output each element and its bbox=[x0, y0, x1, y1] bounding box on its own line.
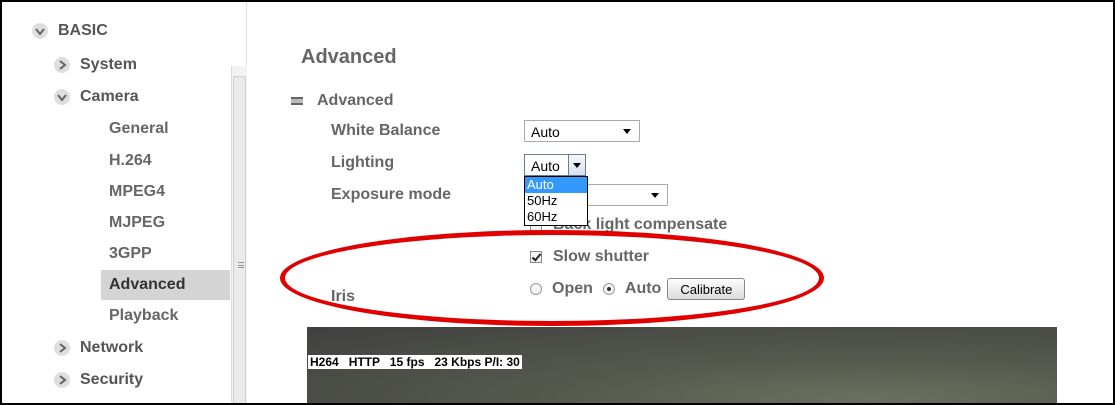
sidebar-scrollbar[interactable] bbox=[231, 66, 247, 403]
lighting-option-60hz[interactable]: 60Hz bbox=[525, 209, 587, 225]
page-title: Advanced bbox=[301, 46, 397, 68]
sidebar-subitem-h264[interactable]: H.264 bbox=[109, 152, 152, 170]
iris-options: Open Auto Calibrate bbox=[530, 278, 746, 300]
sidebar: BASIC System Camera General H.264 MPEG4 … bbox=[2, 2, 247, 403]
white-balance-label: White Balance bbox=[331, 122, 441, 139]
iris-auto-radio[interactable] bbox=[602, 283, 615, 295]
iris-auto-label: Auto bbox=[624, 280, 662, 297]
sidebar-subitem-advanced[interactable]: Advanced bbox=[109, 276, 185, 294]
sidebar-subitem-mjpeg[interactable]: MJPEG bbox=[109, 214, 165, 232]
lighting-option-auto[interactable]: Auto bbox=[525, 177, 587, 193]
lighting-value: Auto bbox=[531, 158, 560, 174]
dropdown-arrow-icon bbox=[651, 193, 659, 198]
sidebar-item-label: Camera bbox=[80, 88, 139, 105]
grip-icon bbox=[238, 262, 244, 268]
scrollbar-thumb[interactable] bbox=[233, 76, 246, 403]
sidebar-item-security[interactable]: Security bbox=[54, 371, 143, 389]
sidebar-subitem-general[interactable]: General bbox=[109, 120, 169, 138]
chevron-right-icon bbox=[54, 340, 70, 356]
iris-open-radio[interactable] bbox=[530, 283, 542, 295]
sidebar-item-network[interactable]: Network bbox=[54, 339, 143, 357]
collapse-icon[interactable] bbox=[291, 97, 303, 105]
sidebar-section-basic[interactable]: BASIC bbox=[32, 22, 108, 40]
chevron-down-icon bbox=[54, 89, 70, 105]
iris-open-label: Open bbox=[552, 280, 593, 297]
exposure-mode-label: Exposure mode bbox=[331, 186, 452, 203]
lighting-option-50hz[interactable]: 50Hz bbox=[525, 193, 587, 209]
chevron-down-icon bbox=[32, 23, 48, 39]
sidebar-item-system[interactable]: System bbox=[54, 56, 137, 74]
white-balance-value: Auto bbox=[531, 124, 560, 140]
dropdown-arrow-icon bbox=[623, 129, 631, 134]
video-preview: H264 HTTP 15 fps 23 Kbps P/I: 30 bbox=[307, 327, 1057, 403]
sidebar-subitem-3gpp[interactable]: 3GPP bbox=[109, 245, 152, 263]
section-header[interactable]: Advanced bbox=[291, 92, 393, 110]
slow-shutter-checkbox-row[interactable]: Slow shutter bbox=[530, 248, 649, 266]
chevron-right-icon bbox=[54, 372, 70, 388]
lighting-dropdown-list[interactable]: Auto 50Hz 60Hz bbox=[524, 176, 588, 226]
sidebar-item-label: System bbox=[80, 56, 137, 73]
video-status-overlay: H264 HTTP 15 fps 23 Kbps P/I: 30 bbox=[308, 355, 522, 369]
slow-shutter-label: Slow shutter bbox=[553, 248, 650, 265]
window-frame: BASIC System Camera General H.264 MPEG4 … bbox=[0, 0, 1115, 405]
slow-shutter-checkbox[interactable] bbox=[530, 251, 542, 263]
chevron-right-icon bbox=[54, 57, 70, 73]
sidebar-item-camera[interactable]: Camera bbox=[54, 88, 139, 106]
section-title: Advanced bbox=[317, 92, 394, 109]
lighting-label: Lighting bbox=[331, 154, 395, 171]
sidebar-subitem-playback[interactable]: Playback bbox=[109, 307, 178, 325]
lighting-select[interactable]: Auto bbox=[524, 154, 586, 176]
sidebar-subitem-mpeg4[interactable]: MPEG4 bbox=[109, 183, 165, 201]
sidebar-section-label: BASIC bbox=[58, 22, 108, 39]
sidebar-item-label: Security bbox=[80, 371, 144, 388]
white-balance-select[interactable]: Auto bbox=[524, 120, 640, 142]
sidebar-item-label: Network bbox=[80, 339, 144, 356]
calibrate-button[interactable]: Calibrate bbox=[667, 278, 746, 300]
iris-label: Iris bbox=[331, 288, 356, 305]
dropdown-arrow-icon[interactable] bbox=[568, 155, 585, 175]
